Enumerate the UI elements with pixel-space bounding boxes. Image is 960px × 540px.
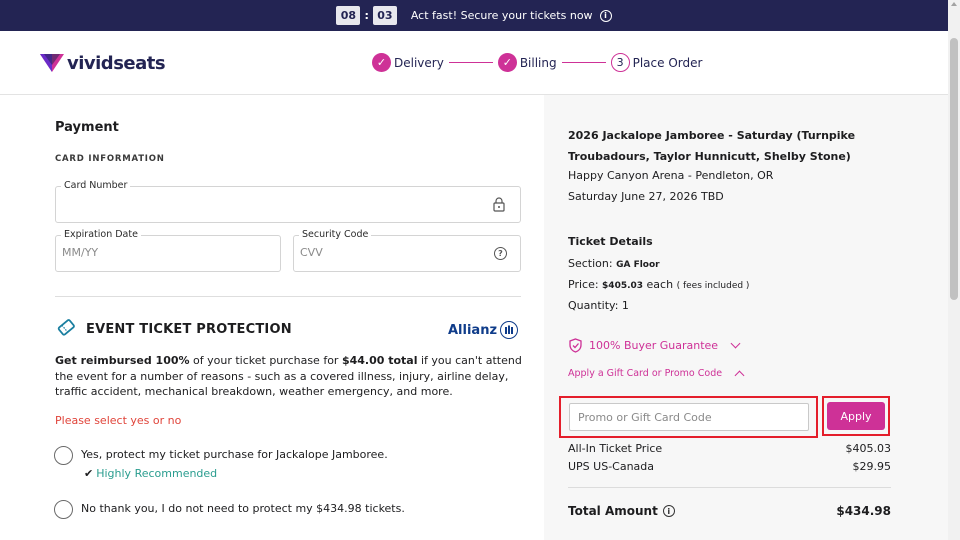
price-row-shipping: UPS US-Canada $29.95: [568, 460, 891, 473]
expiration-date-label: Expiration Date: [61, 229, 141, 240]
step-connector: [561, 61, 606, 64]
step-number: 3: [610, 53, 630, 72]
event-title: 2026 Jackalope Jamboree - Saturday (Turn…: [568, 129, 856, 163]
timer-separator: :: [364, 9, 369, 22]
promo-code-input[interactable]: [569, 403, 809, 431]
protection-description: Get reimbursed 100% of your ticket purch…: [55, 353, 525, 400]
step-place-order: 3 Place Order: [610, 53, 703, 72]
event-venue: Happy Canyon Arena - Pendleton, OR: [568, 169, 774, 182]
desc-text: of your ticket purchase for: [189, 354, 342, 367]
total-value: $434.98: [836, 504, 891, 518]
checkout-steps: ✓ Delivery ✓ Billing 3 Place Order: [372, 53, 702, 72]
step-label: Delivery: [394, 55, 444, 70]
info-icon[interactable]: i: [599, 9, 612, 22]
checkout-header: vividseats ✓ Delivery ✓ Billing 3 Place …: [0, 31, 948, 95]
step-label: Place Order: [632, 55, 703, 70]
price-fees: ( fees included ): [676, 281, 750, 291]
step-connector: [448, 61, 493, 64]
allianz-wordmark: Allianz: [448, 322, 498, 338]
promo-code-toggle[interactable]: Apply a Gift Card or Promo Code: [568, 368, 745, 380]
order-summary-panel: 2026 Jackalope Jamboree - Saturday (Turn…: [544, 95, 948, 540]
ticket-details-title: Ticket Details: [568, 235, 653, 248]
section-label: Section:: [568, 257, 617, 270]
protection-no-radio[interactable]: [54, 500, 73, 519]
expiration-date-input[interactable]: [62, 246, 212, 259]
promo-input-highlight: [559, 396, 818, 438]
logo-text: vividseats: [67, 52, 166, 74]
step-billing: ✓ Billing: [497, 53, 557, 72]
expiration-date-field[interactable]: Expiration Date: [55, 229, 281, 272]
checkmark-icon: ✔: [84, 467, 94, 480]
total-label: Total Amount: [568, 504, 658, 518]
price-row-label: All-In Ticket Price: [568, 442, 663, 455]
step-label: Billing: [519, 55, 557, 70]
guarantee-label: 100% Buyer Guarantee: [589, 339, 719, 352]
recommended-badge: ✔ Highly Recommended: [84, 467, 217, 480]
section-divider: [55, 296, 521, 297]
countdown-banner: 08 : 03 Act fast! Secure your tickets no…: [0, 0, 948, 31]
total-divider: [568, 487, 891, 488]
shield-check-icon: [569, 338, 582, 353]
info-icon[interactable]: i: [662, 505, 675, 517]
protection-yes-radio[interactable]: [54, 446, 73, 465]
price-row-ticket: All-In Ticket Price $405.03: [568, 442, 891, 455]
payment-panel: Payment CARD INFORMATION Card Number Exp…: [0, 95, 544, 540]
banner-message: Act fast! Secure your tickets now: [410, 9, 593, 22]
total-label-wrap: Total Amount i: [568, 504, 675, 518]
security-code-field[interactable]: Security Code ?: [293, 229, 521, 272]
ticket-protection-icon: [57, 319, 75, 336]
apply-button[interactable]: Apply: [827, 402, 885, 430]
page-title: Payment: [55, 120, 119, 135]
card-info-label: CARD INFORMATION: [55, 154, 165, 164]
card-number-field[interactable]: Card Number: [55, 180, 521, 223]
chevron-down-icon: [730, 338, 741, 349]
total-amount-row: Total Amount i $434.98: [568, 504, 891, 518]
check-icon: ✓: [372, 53, 391, 72]
promo-link-label: Apply a Gift Card or Promo Code: [568, 368, 723, 379]
security-code-input[interactable]: [300, 246, 450, 259]
scroll-up-arrow[interactable]: [951, 2, 957, 6]
check-icon: ✓: [497, 53, 517, 72]
price-row-value: $29.95: [852, 460, 892, 473]
allianz-eagle-icon: [500, 321, 519, 339]
ticket-quantity: Quantity: 1: [568, 299, 629, 312]
protection-error: Please select yes or no: [55, 414, 182, 427]
recommended-text: Highly Recommended: [96, 467, 218, 480]
card-number-input[interactable]: [62, 197, 462, 210]
section-value: GA Floor: [616, 260, 660, 270]
card-number-label: Card Number: [61, 180, 131, 191]
price-label: Price:: [568, 278, 603, 291]
price-row-value: $405.03: [845, 442, 892, 455]
ticket-section: Section: GA Floor: [568, 257, 660, 270]
vividseats-logo-icon: [40, 54, 64, 72]
page-scrollbar[interactable]: [948, 0, 960, 540]
buyer-guarantee-toggle[interactable]: 100% Buyer Guarantee: [568, 338, 741, 353]
scroll-thumb[interactable]: [950, 38, 958, 300]
price-row-label: UPS US-Canada: [568, 460, 655, 473]
event-date: Saturday June 27, 2026 TBD: [568, 190, 724, 203]
chevron-up-icon: [734, 370, 745, 380]
desc-bold: Get reimbursed 100%: [55, 354, 190, 367]
security-code-label: Security Code: [299, 229, 372, 240]
desc-bold-amount: $44.00 total: [341, 354, 418, 367]
protection-yes-label[interactable]: Yes, protect my ticket purchase for Jack…: [81, 448, 388, 461]
price-value: $405.03: [602, 281, 644, 291]
step-delivery: ✓ Delivery: [372, 53, 444, 72]
question-icon[interactable]: ?: [494, 247, 507, 260]
protection-no-label[interactable]: No thank you, I do not need to protect m…: [81, 502, 405, 515]
protection-title: EVENT TICKET PROTECTION: [86, 322, 292, 337]
price-each: each: [643, 278, 677, 291]
timer-minutes: 08: [336, 6, 361, 25]
lock-icon: [493, 197, 505, 212]
vividseats-logo[interactable]: vividseats: [40, 52, 166, 74]
apply-button-highlight: Apply: [822, 396, 890, 436]
allianz-logo: Allianz: [448, 321, 519, 339]
ticket-price: Price: $405.03 each ( fees included ): [568, 278, 749, 291]
timer-seconds: 03: [372, 6, 397, 25]
